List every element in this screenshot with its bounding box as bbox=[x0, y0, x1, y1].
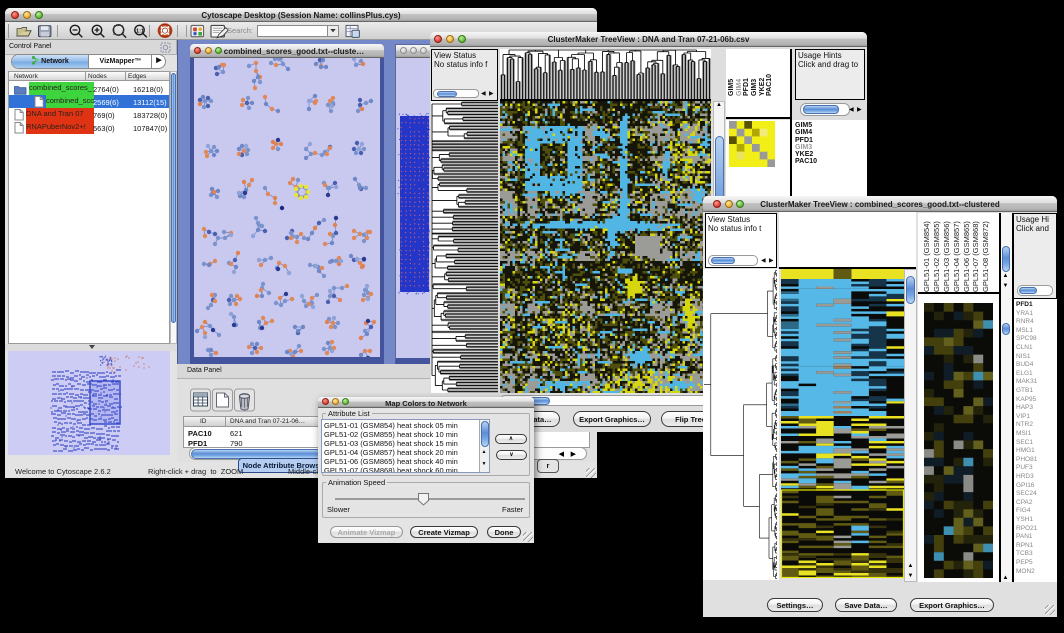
svg-text:1:1: 1:1 bbox=[136, 29, 144, 35]
svg-text:Search:: Search: bbox=[227, 26, 253, 35]
